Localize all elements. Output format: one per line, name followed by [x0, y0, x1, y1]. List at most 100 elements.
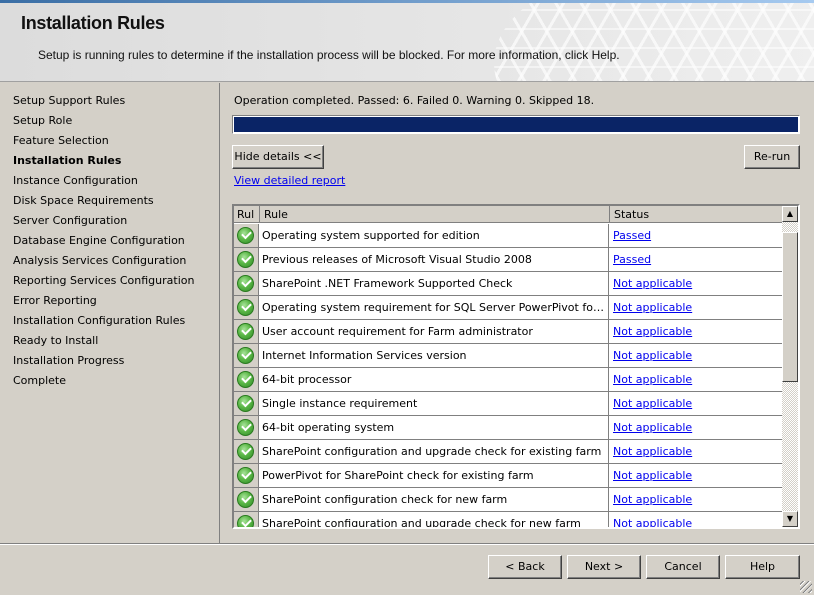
- table-row[interactable]: User account requirement for Farm admini…: [234, 320, 782, 344]
- scroll-down-button[interactable]: ▼: [782, 511, 798, 527]
- sidebar-item-installation-rules[interactable]: Installation Rules: [13, 151, 121, 171]
- check-icon: [237, 443, 254, 460]
- table-row[interactable]: Operating system supported for edition P…: [234, 224, 782, 248]
- sidebar-item-complete[interactable]: Complete: [13, 371, 66, 391]
- progress-bar: [232, 115, 800, 134]
- resize-grip-icon[interactable]: [800, 581, 812, 593]
- rule-name: SharePoint .NET Framework Supported Chec…: [260, 272, 609, 295]
- row-icon-cell: [234, 512, 259, 527]
- row-icon-cell: [234, 368, 259, 391]
- sidebar-item-installation-progress[interactable]: Installation Progress: [13, 351, 124, 371]
- row-icon-cell: [234, 440, 259, 463]
- row-icon-cell: [234, 344, 259, 367]
- hide-details-button[interactable]: Hide details <<: [232, 145, 324, 169]
- table-row[interactable]: Internet Information Services version No…: [234, 344, 782, 368]
- table-row[interactable]: 64-bit operating system Not applicable: [234, 416, 782, 440]
- rule-name: SharePoint configuration and upgrade che…: [260, 512, 609, 527]
- rules-grid-body: Rul Rule Status Operating system support…: [234, 206, 782, 527]
- table-row[interactable]: SharePoint configuration and upgrade che…: [234, 440, 782, 464]
- sidebar-item-ready-to-install[interactable]: Ready to Install: [13, 331, 98, 351]
- status-link[interactable]: Not applicable: [613, 277, 692, 290]
- table-row[interactable]: Previous releases of Microsoft Visual St…: [234, 248, 782, 272]
- operation-status: Operation completed. Passed: 6. Failed 0…: [234, 94, 595, 107]
- check-icon: [237, 347, 254, 364]
- status-link[interactable]: Passed: [613, 253, 651, 266]
- sidebar-steps: Setup Support Rules Setup Role Feature S…: [0, 83, 220, 543]
- rule-name: 64-bit processor: [260, 368, 609, 391]
- column-header-rule[interactable]: Rule: [260, 206, 610, 223]
- check-icon: [237, 371, 254, 388]
- scroll-up-button[interactable]: ▲: [782, 206, 798, 222]
- sidebar-item-setup-support-rules[interactable]: Setup Support Rules: [13, 91, 125, 111]
- table-row[interactable]: SharePoint .NET Framework Supported Chec…: [234, 272, 782, 296]
- rule-name: PowerPivot for SharePoint check for exis…: [260, 464, 609, 487]
- rerun-button[interactable]: Re-run: [744, 145, 800, 169]
- grid-header: Rul Rule Status: [234, 206, 782, 223]
- row-icon-cell: [234, 248, 259, 271]
- back-button[interactable]: < Back: [488, 555, 562, 579]
- row-icon-cell: [234, 272, 259, 295]
- rule-name: Operating system supported for edition: [260, 224, 609, 247]
- sidebar-item-error-reporting[interactable]: Error Reporting: [13, 291, 97, 311]
- sidebar-item-database-engine-configuration[interactable]: Database Engine Configuration: [13, 231, 185, 251]
- arrow-up-icon: ▲: [786, 209, 794, 218]
- sidebar-item-reporting-services-configuration[interactable]: Reporting Services Configuration: [13, 271, 194, 291]
- scrollbar-thumb[interactable]: [782, 232, 798, 382]
- column-header-icon[interactable]: Rul: [234, 206, 260, 223]
- check-icon: [237, 275, 254, 292]
- view-detailed-report-link[interactable]: View detailed report: [234, 174, 345, 187]
- sidebar-item-setup-role[interactable]: Setup Role: [13, 111, 72, 131]
- rule-name: Previous releases of Microsoft Visual St…: [260, 248, 609, 271]
- row-icon-cell: [234, 392, 259, 415]
- status-link[interactable]: Not applicable: [613, 301, 692, 314]
- table-row[interactable]: SharePoint configuration and upgrade che…: [234, 512, 782, 527]
- check-icon: [237, 491, 254, 508]
- sidebar-item-analysis-services-configuration[interactable]: Analysis Services Configuration: [13, 251, 186, 271]
- rule-name: SharePoint configuration and upgrade che…: [260, 440, 609, 463]
- row-icon-cell: [234, 296, 259, 319]
- row-icon-cell: [234, 488, 259, 511]
- rule-name: Operating system requirement for SQL Ser…: [260, 296, 609, 319]
- footer-divider: [0, 543, 814, 545]
- status-link[interactable]: Not applicable: [613, 325, 692, 338]
- sidebar-item-disk-space-requirements[interactable]: Disk Space Requirements: [13, 191, 154, 211]
- check-icon: [237, 227, 254, 244]
- status-link[interactable]: Not applicable: [613, 373, 692, 386]
- rule-name: SharePoint configuration check for new f…: [260, 488, 609, 511]
- help-button[interactable]: Help: [725, 555, 800, 579]
- sidebar-item-installation-configuration-rules[interactable]: Installation Configuration Rules: [13, 311, 185, 331]
- row-icon-cell: [234, 320, 259, 343]
- sidebar-item-server-configuration[interactable]: Server Configuration: [13, 211, 127, 231]
- status-link[interactable]: Not applicable: [613, 397, 692, 410]
- check-icon: [237, 395, 254, 412]
- status-link[interactable]: Passed: [613, 229, 651, 242]
- vertical-scrollbar[interactable]: ▲ ▼: [782, 206, 798, 527]
- check-icon: [237, 467, 254, 484]
- table-row[interactable]: Single instance requirement Not applicab…: [234, 392, 782, 416]
- row-icon-cell: [234, 224, 259, 247]
- column-header-status[interactable]: Status: [610, 206, 782, 223]
- table-row[interactable]: 64-bit processor Not applicable: [234, 368, 782, 392]
- check-icon: [237, 419, 254, 436]
- next-button[interactable]: Next >: [567, 555, 641, 579]
- main-panel: Operation completed. Passed: 6. Failed 0…: [221, 83, 814, 543]
- page-subtitle: Setup is running rules to determine if t…: [38, 48, 620, 62]
- status-link[interactable]: Not applicable: [613, 445, 692, 458]
- rule-name: User account requirement for Farm admini…: [260, 320, 609, 343]
- check-icon: [237, 323, 254, 340]
- check-icon: [237, 515, 254, 527]
- table-row[interactable]: Operating system requirement for SQL Ser…: [234, 296, 782, 320]
- sidebar-item-instance-configuration[interactable]: Instance Configuration: [13, 171, 138, 191]
- table-row[interactable]: SharePoint configuration check for new f…: [234, 488, 782, 512]
- row-icon-cell: [234, 416, 259, 439]
- cancel-button[interactable]: Cancel: [646, 555, 720, 579]
- table-row[interactable]: PowerPivot for SharePoint check for exis…: [234, 464, 782, 488]
- status-link[interactable]: Not applicable: [613, 349, 692, 362]
- rules-grid: Rul Rule Status Operating system support…: [232, 204, 800, 529]
- status-link[interactable]: Not applicable: [613, 469, 692, 482]
- check-icon: [237, 299, 254, 316]
- status-link[interactable]: Not applicable: [613, 517, 692, 527]
- status-link[interactable]: Not applicable: [613, 493, 692, 506]
- status-link[interactable]: Not applicable: [613, 421, 692, 434]
- sidebar-item-feature-selection[interactable]: Feature Selection: [13, 131, 109, 151]
